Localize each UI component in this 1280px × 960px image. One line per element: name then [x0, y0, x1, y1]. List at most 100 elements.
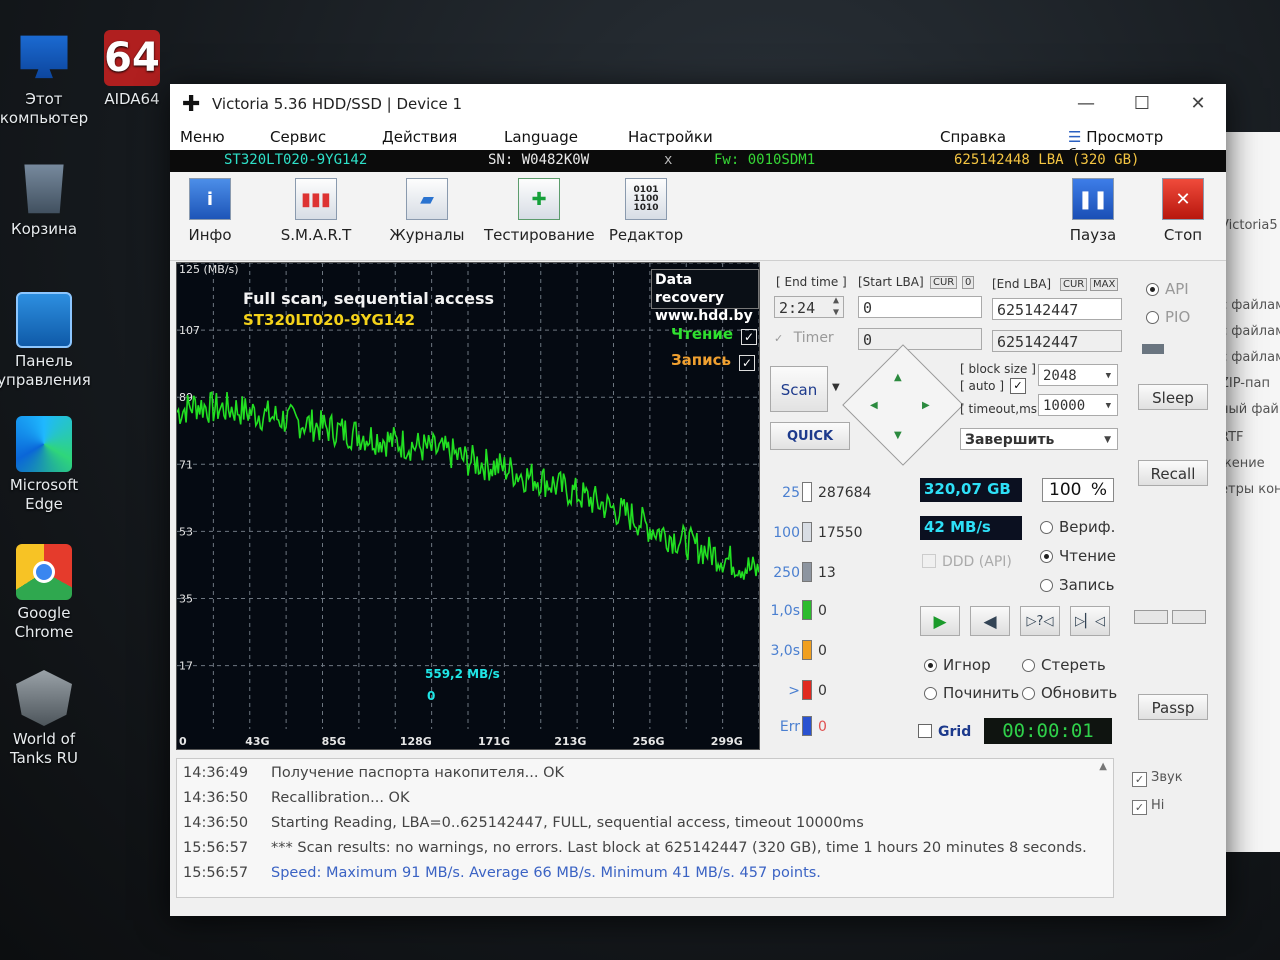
- aux-button-2[interactable]: [1172, 610, 1206, 624]
- aux-button-1[interactable]: [1134, 610, 1168, 624]
- scan-button[interactable]: Scan: [770, 366, 828, 412]
- spinner-icon[interactable]: ▲ ▼: [833, 295, 839, 319]
- mode-verify-radio[interactable]: Вериф.: [1040, 518, 1115, 536]
- log-scroll-up-icon[interactable]: ▲: [1099, 761, 1107, 772]
- desktop-icon-world-of-tanks[interactable]: World of Tanks RU: [0, 670, 94, 768]
- testing-button[interactable]: ✚ Тестирование: [484, 178, 595, 244]
- desktop-icon-this-pc[interactable]: Этот компьютер: [0, 30, 94, 128]
- end-time-field[interactable]: 2:24 ▲ ▼: [774, 295, 844, 319]
- desktop-icon-edge[interactable]: Microsoft Edge: [0, 416, 94, 514]
- y-tick-label: 71: [179, 458, 193, 471]
- log-time: 14:36:50: [183, 790, 249, 806]
- read-checkbox[interactable]: Чтение ✓: [671, 325, 758, 345]
- start-lba-field[interactable]: 0: [858, 296, 982, 318]
- radio-icon: [1040, 521, 1053, 534]
- timer-checkbox[interactable]: ✓ Timer: [774, 330, 834, 346]
- action-erase-radio[interactable]: Стереть: [1022, 656, 1106, 674]
- end-lba-header: [End LBA]: [992, 277, 1052, 291]
- editor-button-label: Редактор: [608, 226, 684, 244]
- desktop-icon-recycle-bin[interactable]: Корзина: [0, 160, 94, 239]
- maximize-button[interactable]: ☐: [1114, 84, 1170, 124]
- editor-button[interactable]: 0101 1100 1010 Редактор: [606, 178, 686, 244]
- bg-window-line: RTF: [1226, 430, 1244, 445]
- percent-display: 100 %: [1042, 478, 1114, 502]
- hints-checkbox[interactable]: ✓ Hi: [1132, 798, 1164, 815]
- data-recovery-promo[interactable]: Data recovery www.hdd.by: [651, 269, 759, 324]
- start-cur-tag[interactable]: CUR: [930, 276, 958, 289]
- arrow-down-icon[interactable]: ▼: [894, 430, 902, 441]
- block-stat-count: 0: [818, 643, 827, 659]
- stop-button[interactable]: ✕ Стоп: [1156, 178, 1210, 244]
- scan-dropdown-arrow[interactable]: ▼: [832, 382, 840, 393]
- play-button[interactable]: ▶: [920, 606, 960, 636]
- arrow-right-icon[interactable]: ▶: [922, 400, 930, 411]
- recall-button[interactable]: Recall: [1138, 460, 1208, 486]
- log-time: 15:56:57: [183, 840, 249, 856]
- block-stat-label: 25: [782, 485, 800, 501]
- minimize-button[interactable]: —: [1058, 84, 1114, 124]
- grid-checkbox[interactable]: Grid: [918, 724, 971, 740]
- menu-item-language[interactable]: Language: [504, 128, 578, 146]
- start-zero-tag[interactable]: 0: [962, 276, 975, 289]
- info-button[interactable]: i Инфо: [180, 178, 240, 244]
- auto-checkbox[interactable]: ✓: [1010, 378, 1026, 394]
- menu-item-help[interactable]: Справка: [940, 128, 1006, 146]
- end-max-tag[interactable]: MAX: [1090, 278, 1119, 291]
- menu-bar: Меню Сервис Действия Language Настройки …: [170, 124, 1226, 164]
- end-lba-field-2[interactable]: 625142447: [992, 330, 1122, 352]
- menu-item-actions[interactable]: Действия: [382, 128, 457, 146]
- check-icon: ✓: [1132, 772, 1147, 787]
- logs-button[interactable]: ▰ Журналы: [384, 178, 470, 244]
- start-lba-header: [Start LBA]: [858, 275, 924, 289]
- ddd-api-checkbox[interactable]: DDD (API): [922, 554, 1012, 570]
- victoria-app-icon: ✚: [182, 91, 201, 117]
- block-size-select[interactable]: 2048 ▼: [1038, 364, 1118, 386]
- desktop-icon-aida64[interactable]: 64 AIDA64: [94, 30, 170, 109]
- write-checkbox[interactable]: Запись ✓: [671, 351, 756, 371]
- edge-icon: [16, 416, 72, 472]
- info-button-label: Инфо: [188, 226, 232, 244]
- api-radio[interactable]: API: [1146, 280, 1189, 298]
- pio-radio[interactable]: PIO: [1146, 308, 1190, 326]
- end-time-header: [ End time ]: [776, 275, 847, 289]
- menu-item-service[interactable]: Сервис: [270, 128, 326, 146]
- arrow-left-icon[interactable]: ◀: [870, 400, 878, 411]
- action-ignore-radio[interactable]: Игнор: [924, 656, 991, 674]
- mode-read-radio[interactable]: Чтение: [1040, 547, 1116, 565]
- desktop: Этот компьютер Корзина Панель управления…: [0, 0, 1280, 960]
- close-button[interactable]: ✕: [1170, 84, 1226, 124]
- menu-item-settings[interactable]: Настройки: [628, 128, 713, 146]
- desktop-icon-chrome[interactable]: Google Chrome: [0, 544, 94, 642]
- event-log[interactable]: 14:36:49 Получение паспорта накопителя...…: [176, 758, 1114, 898]
- log-row: 15:56:57 *** Scan results: no warnings, n…: [183, 840, 1087, 856]
- folder-icon: ▰: [406, 178, 448, 220]
- drive-close-mark[interactable]: x: [664, 152, 672, 168]
- menu-item-menu[interactable]: Меню: [180, 128, 225, 146]
- sound-checkbox[interactable]: ✓ Звук: [1132, 770, 1183, 787]
- quick-button[interactable]: QUICK: [770, 422, 850, 450]
- bg-window-line: Victoria5: [1226, 218, 1278, 233]
- passport-button[interactable]: Passp: [1138, 694, 1208, 720]
- arrow-up-icon[interactable]: ▲: [894, 372, 902, 383]
- jump-to-button[interactable]: ▷?◁: [1020, 606, 1060, 636]
- title-bar[interactable]: ✚ Victoria 5.36 HDD/SSD | Device 1 — ☐ ✕: [170, 84, 1226, 124]
- pause-button[interactable]: ❚❚ Пауза: [1066, 178, 1120, 244]
- end-cur-tag[interactable]: CUR: [1060, 278, 1088, 291]
- go-end-button[interactable]: ▷▏◁: [1070, 606, 1110, 636]
- mode-write-radio[interactable]: Запись: [1040, 576, 1114, 594]
- timeout-select[interactable]: 10000 ▼: [1038, 394, 1118, 416]
- action-refresh-radio[interactable]: Обновить: [1022, 684, 1117, 702]
- desktop-icon-control-panel[interactable]: Панель управления: [0, 292, 94, 390]
- smart-button[interactable]: ▮▮▮ S.M.A.R.T: [276, 178, 356, 244]
- sleep-button[interactable]: Sleep: [1138, 384, 1208, 410]
- end-lba-field[interactable]: 625142447: [992, 298, 1122, 320]
- desktop-icon-label: Корзина: [10, 220, 78, 238]
- finish-action-select[interactable]: Завершить ▼: [960, 428, 1118, 450]
- timer-field[interactable]: 0: [858, 328, 982, 350]
- action-erase-label: Стереть: [1041, 656, 1106, 674]
- stop-icon: ✕: [1162, 178, 1204, 220]
- drive-model[interactable]: ST320LT020-9YG142: [224, 152, 367, 168]
- action-repair-radio[interactable]: Починить: [924, 684, 1019, 702]
- back-button[interactable]: ◀: [970, 606, 1010, 636]
- stop-button-label: Стоп: [1163, 226, 1203, 244]
